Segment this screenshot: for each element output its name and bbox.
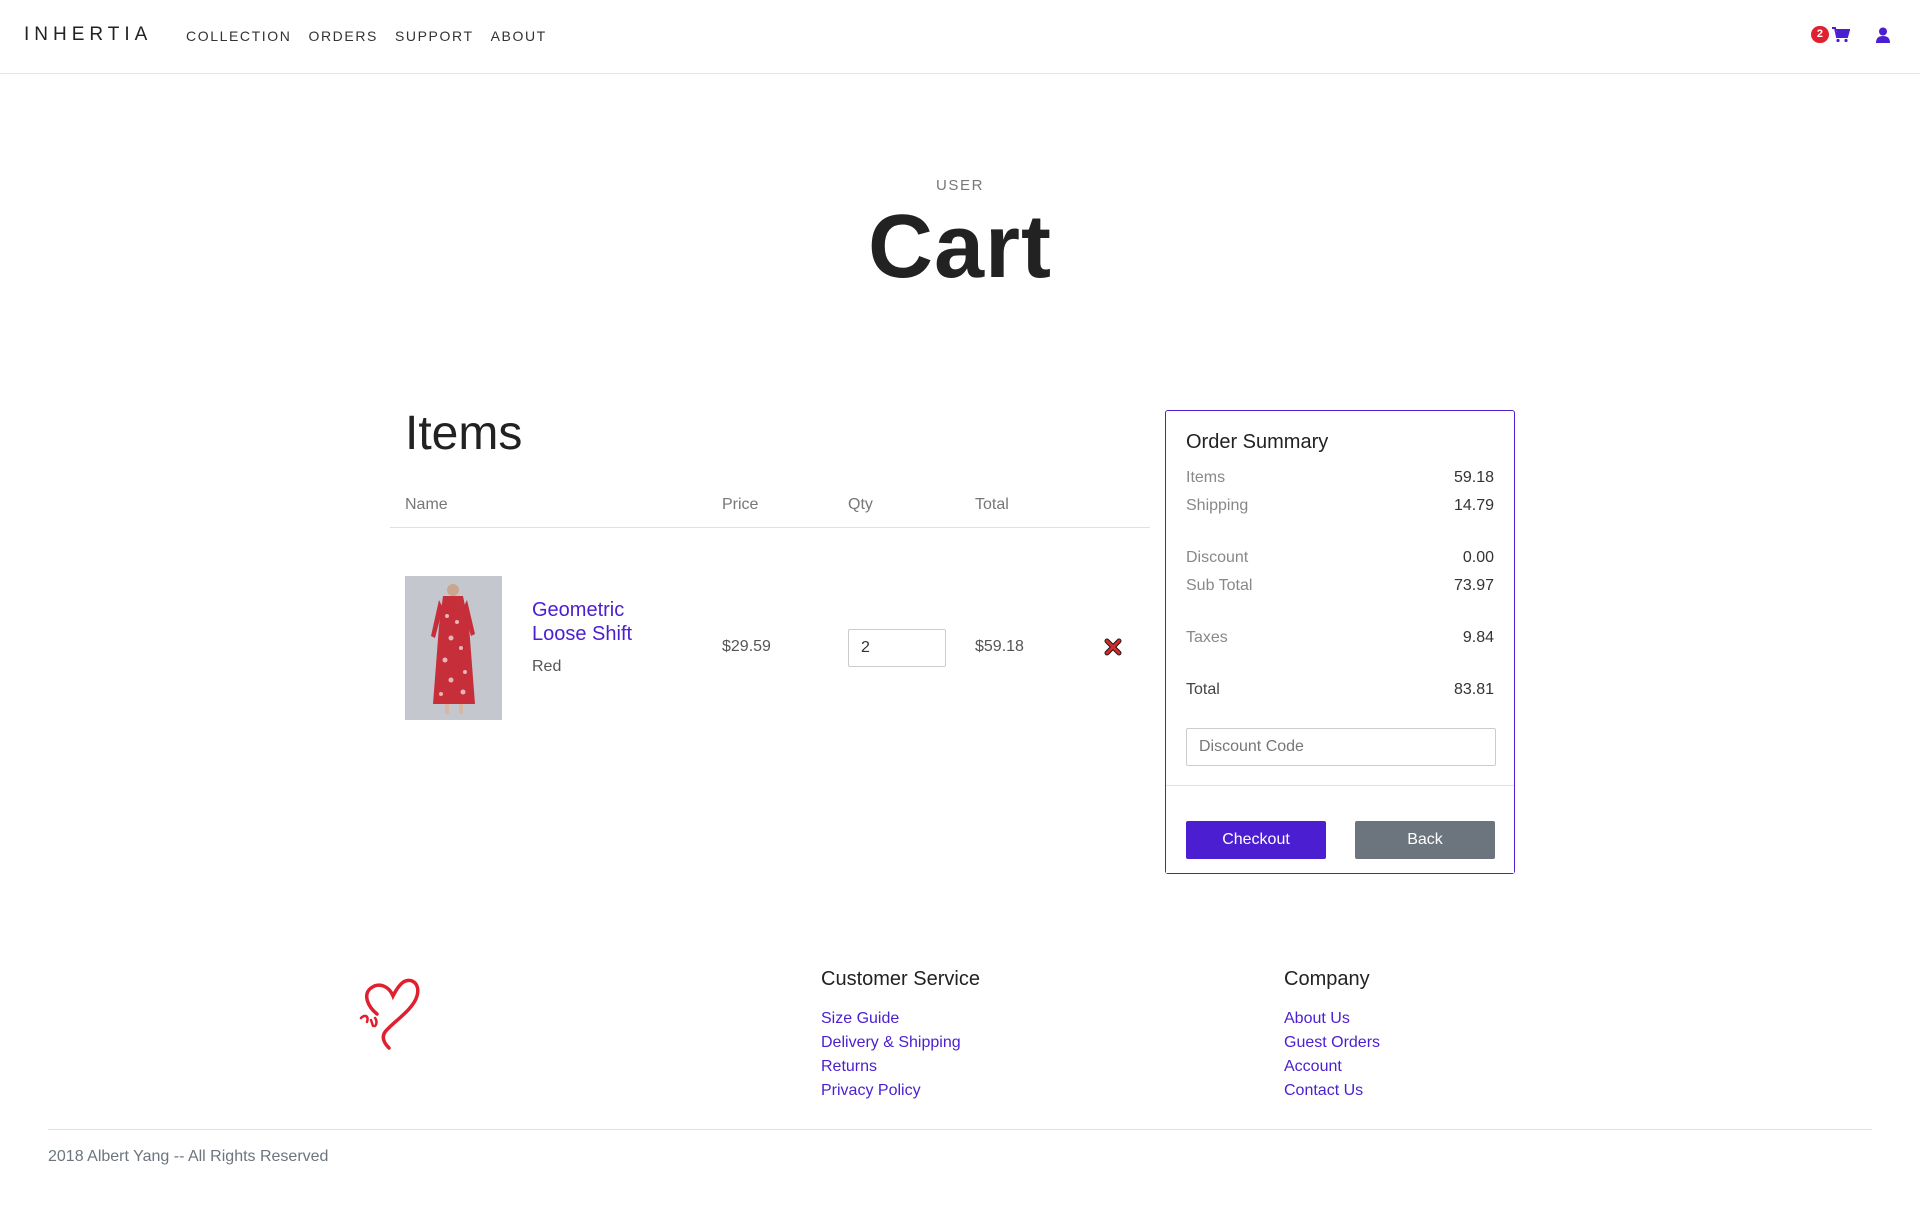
- summary-discount-row: Discount 0.00: [1186, 549, 1494, 567]
- summary-actions: Checkout Back: [1166, 785, 1514, 873]
- column-qty: Qty: [848, 496, 873, 513]
- product-price: $29.59: [722, 638, 771, 655]
- footer-divider: [48, 1129, 1872, 1130]
- table-row: Geometric Loose Shift Red $29.59 $59.18: [390, 528, 1150, 728]
- footer-link-privacy-policy[interactable]: Privacy Policy: [821, 1079, 980, 1103]
- footer-link-guest-orders[interactable]: Guest Orders: [1284, 1031, 1380, 1055]
- summary-taxes-label: Taxes: [1186, 629, 1228, 646]
- footer-customer-service-title: Customer Service: [821, 968, 980, 990]
- footer-company: Company About Us Guest Orders Account Co…: [1284, 968, 1380, 1103]
- footer-customer-service: Customer Service Size Guide Delivery & S…: [821, 968, 980, 1103]
- summary-shipping-value: 14.79: [1453, 497, 1494, 514]
- summary-subtotal-row: Sub Total 73.97: [1186, 577, 1494, 595]
- summary-subtotal-label: Sub Total: [1186, 577, 1253, 594]
- brand-logo[interactable]: INHERTIA: [24, 24, 152, 46]
- back-button[interactable]: Back: [1355, 821, 1495, 859]
- summary-shipping-label: Shipping: [1186, 497, 1249, 514]
- page-title: Cart: [867, 197, 1053, 297]
- product-color: Red: [532, 658, 562, 675]
- summary-subtotal-value: 73.97: [1453, 577, 1494, 594]
- quantity-input[interactable]: [848, 629, 946, 667]
- summary-total-value: 83.81: [1453, 681, 1494, 698]
- heart-logo-icon: [359, 978, 420, 1050]
- order-summary-title: Order Summary: [1186, 431, 1329, 453]
- dress-image-icon: [405, 576, 502, 720]
- order-summary-card: Order Summary Items 59.18 Shipping 14.79…: [1165, 410, 1515, 874]
- footer-link-size-guide[interactable]: Size Guide: [821, 1007, 980, 1031]
- summary-discount-value: 0.00: [1462, 549, 1494, 566]
- column-name: Name: [405, 496, 448, 513]
- product-name-link[interactable]: Geometric Loose Shift: [532, 598, 662, 646]
- nav-orders[interactable]: ORDERS: [308, 28, 378, 44]
- summary-taxes-value: 9.84: [1462, 629, 1494, 646]
- product-thumbnail[interactable]: [405, 576, 502, 720]
- checkout-button[interactable]: Checkout: [1186, 821, 1326, 859]
- summary-items-row: Items 59.18: [1186, 469, 1494, 487]
- navbar: INHERTIA COLLECTION ORDERS SUPPORT ABOUT…: [0, 0, 1920, 74]
- column-total: Total: [975, 496, 1009, 513]
- user-icon[interactable]: [1876, 27, 1890, 43]
- nav-about[interactable]: ABOUT: [491, 28, 547, 44]
- footer-company-title: Company: [1284, 968, 1370, 990]
- discount-code-input[interactable]: [1186, 728, 1496, 766]
- line-total: $59.18: [975, 638, 1024, 655]
- remove-x-icon[interactable]: [1103, 637, 1123, 657]
- footer-link-returns[interactable]: Returns: [821, 1055, 980, 1079]
- summary-total-row: Total 83.81: [1186, 681, 1494, 699]
- nav-support[interactable]: SUPPORT: [395, 28, 474, 44]
- summary-total-label: Total: [1186, 681, 1220, 698]
- page-eyebrow: USER: [935, 177, 985, 194]
- summary-shipping-row: Shipping 14.79: [1186, 497, 1494, 515]
- table-header: Name Price Qty Total: [390, 496, 1150, 528]
- footer-link-about-us[interactable]: About Us: [1284, 1007, 1380, 1031]
- footer-link-account[interactable]: Account: [1284, 1055, 1380, 1079]
- summary-items-label: Items: [1186, 469, 1226, 486]
- copyright-text: 2018 Albert Yang -- All Rights Reserved: [48, 1148, 329, 1165]
- cart-icon: [1832, 26, 1850, 42]
- items-heading: Items: [405, 407, 523, 460]
- main-nav: COLLECTION ORDERS SUPPORT ABOUT: [186, 28, 547, 44]
- cart-button[interactable]: 2: [1810, 26, 1850, 43]
- cart-count-badge: 2: [1810, 26, 1829, 43]
- nav-actions: 2: [1810, 26, 1890, 43]
- nav-collection[interactable]: COLLECTION: [186, 28, 291, 44]
- summary-items-value: 59.18: [1453, 469, 1494, 486]
- column-price: Price: [722, 496, 759, 513]
- summary-taxes-row: Taxes 9.84: [1186, 629, 1494, 647]
- summary-discount-label: Discount: [1186, 549, 1249, 566]
- footer-link-contact-us[interactable]: Contact Us: [1284, 1079, 1380, 1103]
- footer-link-delivery-shipping[interactable]: Delivery & Shipping: [821, 1031, 980, 1055]
